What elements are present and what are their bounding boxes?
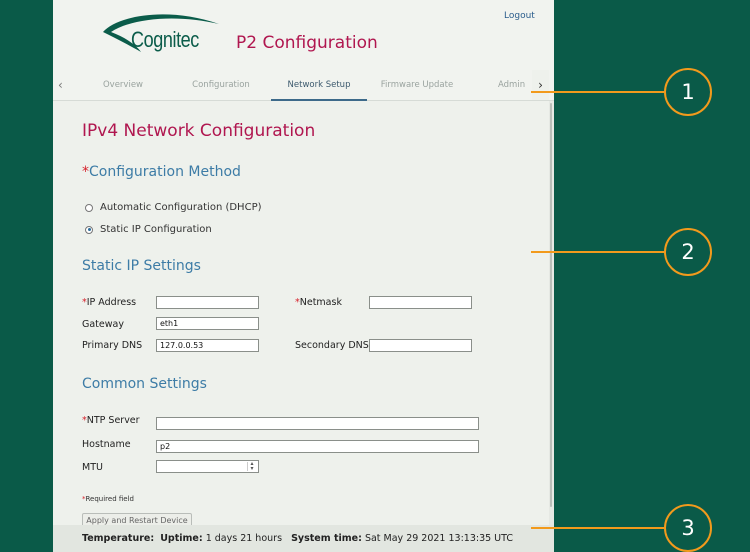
hostname-input[interactable]: p2 (156, 440, 479, 453)
scrollbar-thumb[interactable] (550, 103, 552, 507)
uptime-value: 1 days 21 hours (205, 533, 283, 544)
stepper-icon[interactable]: ▴ ▾ (247, 461, 256, 471)
tab-firmware-update[interactable]: Firmware Update (377, 70, 457, 100)
required-note: *Required field (82, 495, 134, 503)
tab-configuration[interactable]: Configuration (186, 70, 256, 100)
status-bar: Temperature: Uptime: 1 days 21 hours Sys… (53, 525, 554, 552)
config-method-heading-text: Configuration Method (89, 164, 241, 180)
config-method-heading: *Configuration Method (82, 164, 241, 180)
ntp-server-label-text: NTP Server (86, 415, 140, 426)
vertical-scrollbar[interactable] (549, 101, 554, 525)
header: Cognitec P2 Configuration Logout (53, 0, 554, 70)
secondary-dns-input[interactable] (369, 339, 472, 352)
tab-bar: ‹ Overview Configuration Network Setup F… (53, 70, 554, 101)
ntp-server-input[interactable] (156, 417, 479, 430)
mtu-input[interactable]: ▴ ▾ (156, 460, 259, 473)
secondary-dns-label: Secondary DNS (295, 340, 369, 351)
radio-dhcp[interactable]: Automatic Configuration (DHCP) (85, 202, 262, 213)
app-title: P2 Configuration (236, 33, 378, 53)
required-note-text: Required field (85, 495, 134, 503)
chevron-left-icon[interactable]: ‹ (58, 78, 63, 92)
uptime-label: Uptime: (160, 533, 203, 544)
tab-network-setup[interactable]: Network Setup (271, 70, 367, 101)
gateway-label: Gateway (82, 319, 124, 330)
radio-circle[interactable] (85, 203, 93, 212)
system-time-label: System time: (291, 533, 362, 544)
radio-dhcp-label: Automatic Configuration (DHCP) (100, 202, 262, 213)
temperature-label: Temperature: (82, 533, 155, 544)
callout-1: 1 (664, 68, 712, 116)
logo-text: Cognitec (131, 27, 199, 52)
ntp-server-label: *NTP Server (82, 415, 140, 426)
radio-static-ip-label: Static IP Configuration (100, 224, 212, 235)
radio-circle-checked[interactable] (85, 225, 93, 234)
callout-3: 3 (664, 504, 712, 552)
ip-address-label: *IP Address (82, 297, 136, 308)
callout-line-2 (531, 251, 664, 253)
netmask-label: *Netmask (295, 297, 342, 308)
callout-line-1 (531, 91, 664, 93)
logout-link[interactable]: Logout (504, 11, 535, 21)
ip-address-input[interactable] (156, 296, 259, 309)
chevron-right-icon[interactable]: › (532, 70, 549, 100)
netmask-input[interactable] (369, 296, 472, 309)
status-line: Temperature: Uptime: 1 days 21 hours Sys… (82, 533, 513, 544)
hostname-label: Hostname (82, 439, 131, 450)
callout-2: 2 (664, 228, 712, 276)
netmask-label-text: Netmask (299, 297, 342, 308)
callout-line-3 (531, 527, 664, 529)
app-window: Cognitec P2 Configuration Logout ‹ Overv… (53, 0, 554, 552)
page-title: IPv4 Network Configuration (82, 121, 316, 141)
mtu-label: MTU (82, 462, 103, 473)
tab-overview[interactable]: Overview (93, 70, 153, 100)
main-content: IPv4 Network Configuration *Configuratio… (53, 101, 549, 527)
radio-static-ip[interactable]: Static IP Configuration (85, 224, 212, 235)
common-settings-heading: Common Settings (82, 376, 207, 392)
required-mark: * (82, 164, 89, 180)
static-ip-heading: Static IP Settings (82, 258, 201, 274)
system-time-value: Sat May 29 2021 13:13:35 UTC (364, 533, 514, 544)
ip-address-label-text: IP Address (86, 297, 137, 308)
primary-dns-label: Primary DNS (82, 340, 143, 351)
gateway-input[interactable]: eth1 (156, 317, 259, 330)
primary-dns-input[interactable]: 127.0.0.53 (156, 339, 259, 352)
